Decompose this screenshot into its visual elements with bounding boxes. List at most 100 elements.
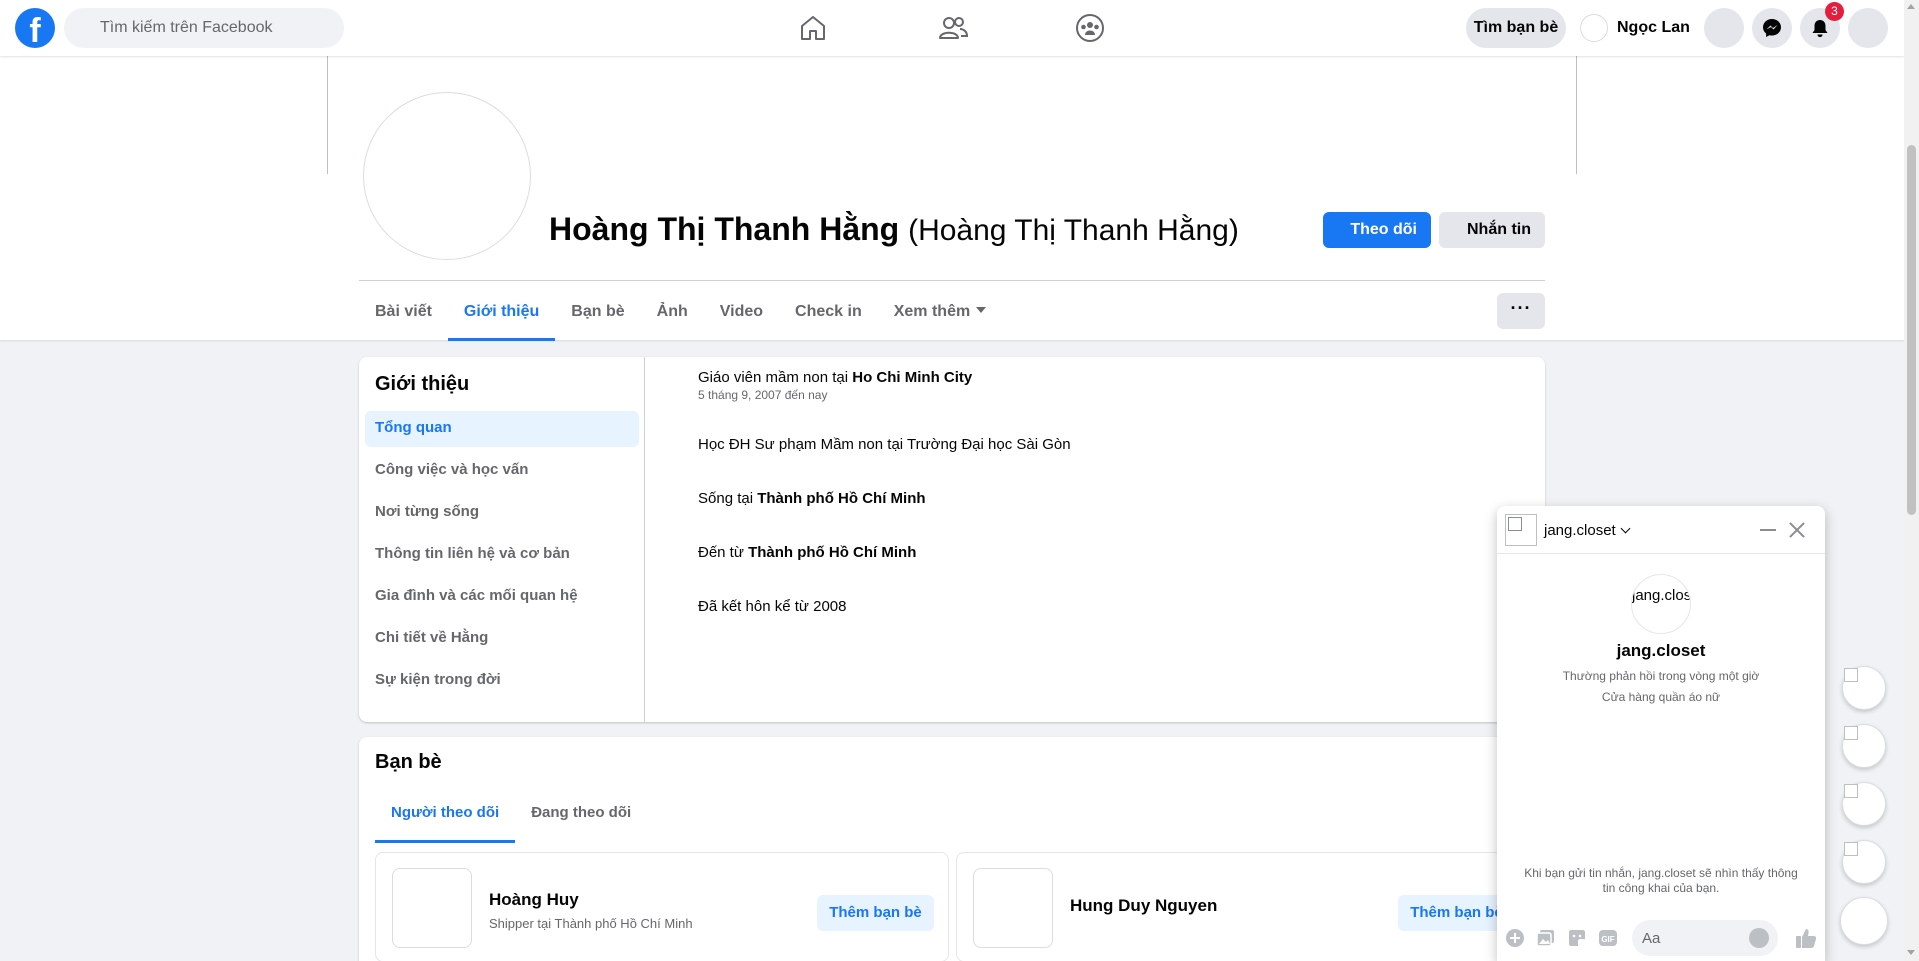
search-placeholder: Tìm kiếm trên Facebook [100, 19, 273, 36]
friends-icon[interactable] [937, 12, 969, 44]
about-menu-details[interactable]: Chi tiết về Hằng [365, 621, 639, 657]
info-relationship: Đã kết hôn kể từ 2008 [698, 598, 847, 615]
tab-photos[interactable]: Ảnh [641, 289, 704, 341]
about-menu-family-relationships[interactable]: Gia đình và các mối quan hệ [365, 579, 639, 615]
page-scrollbar[interactable] [1904, 0, 1919, 961]
groups-icon[interactable] [1074, 12, 1106, 44]
friend-card: Hung Duy Nguyen Thêm bạn bè [956, 852, 1530, 961]
tab-posts[interactable]: Bài viết [359, 289, 448, 341]
info-current-city: Sống tại Thành phố Hồ Chí Minh [698, 490, 926, 507]
friend-photo[interactable] [973, 868, 1053, 948]
about-title: Giới thiệu [375, 373, 470, 395]
header-divider [359, 280, 1545, 281]
avatar [1580, 14, 1608, 42]
tab-see-more[interactable]: Xem thêm [878, 289, 1002, 341]
scroll-down-arrow-icon[interactable] [1907, 950, 1915, 955]
friend-subtitle: Shipper tại Thành phố Hồ Chí Minh [489, 916, 693, 931]
info-hometown-place[interactable]: Thành phố Hồ Chí Minh [748, 544, 916, 561]
tab-videos[interactable]: Video [704, 289, 779, 341]
about-sidebar: Giới thiệu Tổng quan Công việc và học vấ… [359, 357, 645, 722]
info-education: Học ĐH Sư phạm Mầm non tại Trường Đại họ… [698, 436, 1071, 453]
profile-shortcut[interactable]: Ngọc Lan [1580, 8, 1690, 48]
chat-composer: GIF Aa [1497, 915, 1825, 961]
profile-name: Hoàng Thị Thanh Hằng [549, 211, 900, 247]
facebook-logo[interactable]: f [15, 8, 55, 48]
emoji-icon[interactable] [1749, 928, 1769, 948]
info-current-city-prefix: Sống tại [698, 490, 758, 507]
user-name: Ngọc Lan [1617, 19, 1690, 36]
friend-name[interactable]: Hung Duy Nguyen [1070, 896, 1217, 916]
friend-name[interactable]: Hoàng Huy [489, 890, 579, 910]
home-icon[interactable] [797, 12, 829, 44]
info-hometown-prefix: Đến từ [698, 544, 749, 561]
friends-tabs: Người theo dõi Đang theo dõi [375, 791, 647, 843]
info-work-place[interactable]: Ho Chi Minh City [852, 369, 972, 386]
add-friend-button[interactable]: Thêm bạn bè [817, 895, 934, 931]
chat-page-avatar: jang.clos [1631, 574, 1691, 634]
tab-following[interactable]: Đang theo dõi [515, 791, 647, 843]
tab-see-more-label: Xem thêm [893, 303, 971, 320]
chat-header: jang.closet [1497, 506, 1825, 554]
about-menu-places-lived[interactable]: Nơi từng sống [365, 495, 639, 531]
chat-privacy-notice: Khi bạn gửi tin nhắn, jang.closet sẽ nhì… [1524, 866, 1798, 895]
info-current-city-place[interactable]: Thành phố Hồ Chí Minh [757, 490, 925, 507]
about-section: Giới thiệu Tổng quan Công việc và học vấ… [359, 357, 1545, 722]
new-message-button[interactable] [1840, 897, 1888, 945]
about-menu-contact-basic-info[interactable]: Thông tin liên hệ và cơ bản [365, 537, 639, 573]
tab-followers[interactable]: Người theo dõi [375, 791, 516, 843]
friend-card: Hoàng Huy Shipper tại Thành phố Hồ Chí M… [375, 852, 949, 961]
chat-response-time: Thường phản hồi trong vòng một giờ [1562, 669, 1760, 683]
friends-section: Bạn bè Người theo dõi Đang theo dõi Hoàn… [359, 737, 1545, 961]
friend-photo[interactable] [392, 868, 472, 948]
messenger-icon [1763, 19, 1781, 37]
chat-page-description: Cửa hàng quần áo nữ [1601, 690, 1721, 704]
info-hometown: Đến từ Thành phố Hồ Chí Minh [698, 544, 916, 561]
about-menu-life-events[interactable]: Sự kiện trong đời [365, 663, 639, 699]
chat-message-input[interactable]: Aa [1632, 920, 1778, 956]
close-icon[interactable] [1787, 520, 1807, 540]
photo-icon[interactable] [1536, 928, 1556, 948]
profile-name-heading: Hoàng Thị Thanh Hằng (Hoàng Thị Thanh Hằ… [549, 211, 1239, 248]
chat-header-name-text: jang.closet [1544, 522, 1616, 539]
chat-head-bubble[interactable] [1842, 724, 1886, 768]
chevron-down-icon [1620, 523, 1631, 534]
notification-count-badge: 3 [1825, 2, 1844, 21]
chat-window: jang.closet jang.clos jang.closet Thường… [1497, 506, 1825, 961]
about-menu: Tổng quan Công việc và học vấn Nơi từng … [365, 411, 639, 705]
chat-header-name[interactable]: jang.closet [1544, 522, 1631, 539]
more-options-button[interactable]: ··· [1497, 293, 1545, 329]
svg-text:GIF: GIF [1601, 935, 1614, 944]
info-work: Giáo viên mầm non tại Ho Chi Minh City 5… [698, 369, 972, 402]
friends-title: Bạn bè [375, 751, 442, 773]
tab-check-ins[interactable]: Check in [779, 289, 878, 341]
top-navigation-bar: f Tìm kiếm trên Facebook Tìm bạn bè Ngọc… [0, 0, 1904, 56]
search-input[interactable]: Tìm kiếm trên Facebook [64, 8, 344, 48]
gif-icon[interactable]: GIF [1598, 928, 1618, 948]
chat-head-bubble[interactable] [1842, 666, 1886, 710]
plus-circle-icon[interactable] [1505, 928, 1525, 948]
profile-alternate-name: (Hoàng Thị Thanh Hằng) [908, 214, 1239, 247]
chat-head-bubble[interactable] [1842, 840, 1886, 884]
sticker-icon[interactable] [1567, 928, 1587, 948]
profile-picture[interactable] [363, 92, 531, 260]
find-friends-button[interactable]: Tìm bạn bè [1466, 8, 1566, 48]
tab-friends[interactable]: Bạn bè [555, 289, 640, 341]
scrollbar-thumb[interactable] [1907, 145, 1916, 515]
cover-photo-edge-left [327, 56, 328, 174]
like-icon[interactable] [1795, 927, 1817, 949]
about-menu-overview[interactable]: Tổng quan [365, 411, 639, 447]
scroll-up-arrow-icon[interactable] [1907, 4, 1915, 9]
minimize-icon[interactable] [1760, 529, 1776, 531]
follow-button[interactable]: Theo dõi [1323, 212, 1431, 248]
info-work-dates: 5 tháng 9, 2007 đến nay [698, 388, 828, 402]
account-button[interactable] [1848, 8, 1888, 48]
profile-tabs: Bài viết Giới thiệu Bạn bè Ảnh Video Che… [359, 289, 1002, 341]
menu-button[interactable] [1704, 8, 1744, 48]
tab-about[interactable]: Giới thiệu [447, 289, 556, 341]
chat-header-avatar[interactable] [1505, 514, 1537, 546]
message-button[interactable]: Nhắn tin [1439, 212, 1545, 248]
about-menu-work-education[interactable]: Công việc và học vấn [365, 453, 639, 489]
chat-head-bubble[interactable] [1842, 782, 1886, 826]
cover-photo-edge-right [1576, 56, 1577, 174]
messenger-button[interactable] [1752, 8, 1792, 48]
